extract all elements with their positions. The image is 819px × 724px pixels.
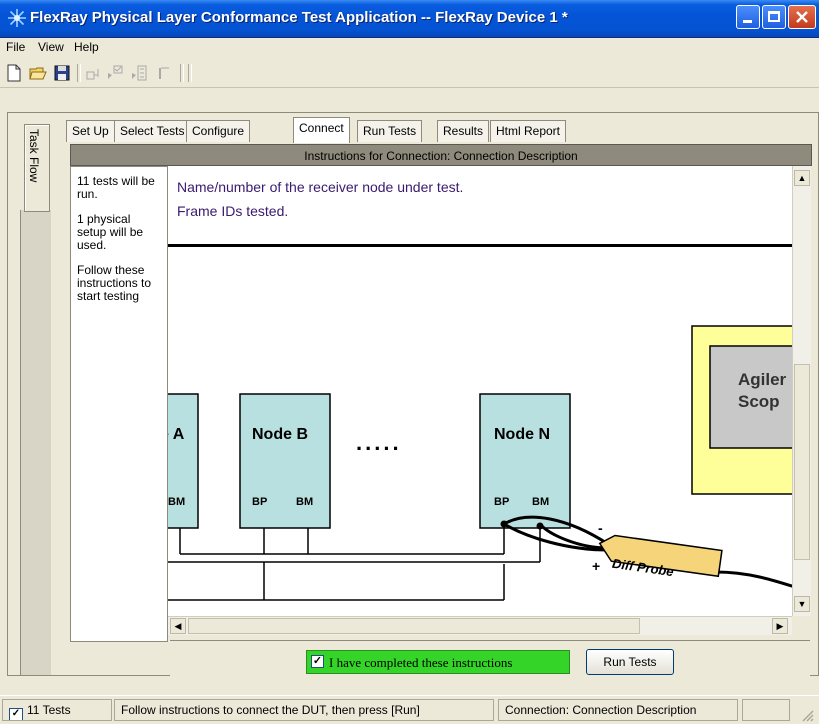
scroll-right-button[interactable]: ▶ [772, 618, 788, 634]
arrow-right-icon: ▶ [776, 621, 784, 631]
tab-label: Html Report [496, 124, 561, 138]
arrow-up-icon: ▲ [797, 173, 807, 183]
run-check-icon[interactable] [106, 63, 126, 83]
taskflow-label: Task Flow [27, 129, 41, 183]
checkmark-icon: ✓ [311, 655, 324, 668]
tab-label: Run Tests [363, 124, 417, 138]
run-tests-button[interactable]: Run Tests [586, 649, 674, 675]
instruction-line-1: Name/number of the receiver node under t… [177, 179, 464, 195]
tab-label: Results [443, 124, 484, 138]
confirm-panel: ✓ I have completed these instructions Ru… [170, 640, 810, 677]
toolbar [0, 59, 819, 88]
resize-grip-icon[interactable] [800, 708, 814, 722]
minimize-button[interactable] [736, 5, 760, 29]
tests-count-text: 11 tests will be run. [77, 174, 155, 201]
tab-connect[interactable]: Connect [293, 117, 350, 143]
close-button[interactable] [788, 5, 816, 29]
status-tests-count[interactable]: ✓ 11 Tests [2, 699, 112, 721]
menu-file[interactable]: File [6, 40, 25, 54]
minimize-icon [743, 20, 752, 23]
node-b-label: Node B [252, 426, 308, 443]
instruction-content: Name/number of the receiver node under t… [168, 166, 792, 616]
scroll-down-button[interactable]: ▼ [794, 596, 810, 612]
tab-setup[interactable]: Set Up [66, 120, 115, 142]
node-n-bp-label: BP [494, 496, 510, 508]
tests-icon[interactable] [130, 63, 150, 83]
maximize-button[interactable] [762, 5, 786, 29]
connect-icon[interactable] [84, 63, 104, 83]
completed-instructions-label: I have completed these instructions [329, 655, 513, 670]
status-message: Follow instructions to connect the DUT, … [114, 699, 494, 721]
toolbar-separator [77, 64, 81, 82]
divider [168, 244, 792, 247]
menu-help[interactable]: Help [74, 40, 99, 54]
node-a-label: e A [168, 426, 185, 443]
tab-run-tests[interactable]: Run Tests [357, 120, 423, 142]
scope-label-2: Scop [738, 392, 780, 411]
app-logo-icon [8, 9, 26, 27]
junction-dot [536, 522, 544, 530]
panel-header: Instructions for Connection: Connection … [70, 144, 812, 166]
node-n-bm-label: BM [532, 496, 550, 508]
scope-label-1: Agiler [738, 370, 787, 389]
open-folder-icon[interactable] [28, 63, 48, 83]
tab-label: Configure [192, 124, 245, 138]
close-icon [796, 11, 808, 23]
tab-select-tests[interactable]: Select Tests [114, 120, 191, 142]
probe-minus-label: - [598, 520, 603, 536]
new-file-icon[interactable] [4, 63, 24, 83]
status-bar: ✓ 11 Tests Follow instructions to connect… [0, 695, 819, 724]
setup-count-text: 1 physical setup will be used. [77, 212, 144, 252]
tab-label: Connect [299, 121, 344, 135]
taskflow-button[interactable]: Task Flow [24, 124, 50, 212]
node-a-bm-label: BM [168, 496, 186, 508]
save-icon[interactable] [52, 63, 72, 83]
tab-label: Set Up [72, 124, 109, 138]
tab-results[interactable]: Results [437, 120, 490, 142]
pause-icon[interactable] [154, 63, 174, 83]
scroll-left-button[interactable]: ◀ [170, 618, 186, 634]
completed-instructions-checkbox[interactable]: ✓ I have completed these instructions [306, 650, 570, 674]
node-b-bp-label: BP [252, 496, 268, 508]
horizontal-scrollbar[interactable]: ◀ ▶ [168, 616, 792, 635]
window-title: FlexRay Physical Layer Conformance Test … [30, 9, 568, 26]
status-empty-cell [742, 699, 790, 721]
toolbar-separator [180, 64, 184, 82]
maximize-icon [768, 11, 780, 22]
horizontal-scroll-thumb[interactable] [188, 618, 640, 634]
status-tests-label: 11 Tests [27, 703, 71, 717]
vertical-scroll-thumb[interactable] [794, 364, 810, 560]
tab-label: Select Tests [120, 124, 185, 138]
taskflow-panel [20, 210, 51, 675]
tab-html-report[interactable]: Html Report [490, 120, 567, 142]
node-ellipsis: ..... [356, 430, 402, 455]
info-column: 11 tests will be run. 1 physical setup w… [70, 166, 168, 642]
stop-icon[interactable] [188, 64, 192, 82]
probe-plus-label: + [592, 558, 601, 574]
menu-bar: File View Help [0, 38, 819, 58]
follow-instructions-text: Follow these instructions to start testi… [77, 263, 152, 303]
scroll-up-button[interactable]: ▲ [794, 170, 810, 186]
status-connection: Connection: Connection Description [498, 699, 738, 721]
status-checkbox-icon: ✓ [9, 708, 23, 720]
node-b-bm-label: BM [296, 496, 314, 508]
bus-wires [168, 522, 541, 601]
vertical-scrollbar[interactable]: ▲ ▼ [792, 166, 811, 616]
tab-configure[interactable]: Configure [186, 120, 251, 142]
menu-view[interactable]: View [38, 40, 64, 54]
arrow-down-icon: ▼ [797, 599, 807, 609]
title-bar[interactable]: FlexRay Physical Layer Conformance Test … [0, 0, 819, 38]
node-n-label: Node N [494, 426, 550, 443]
instruction-line-2: Frame IDs tested. [177, 203, 289, 219]
junction-dot [500, 520, 508, 528]
arrow-left-icon: ◀ [174, 621, 182, 631]
